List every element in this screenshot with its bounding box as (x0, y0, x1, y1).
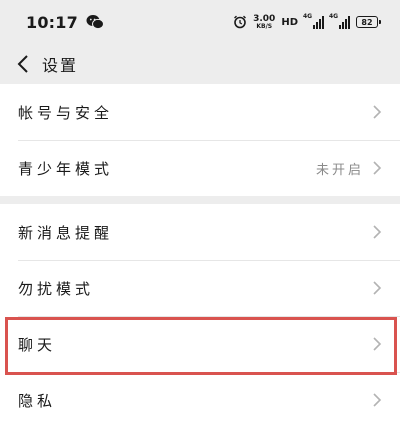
chevron-right-icon (373, 337, 382, 351)
wechat-icon (86, 15, 104, 30)
signal-icon: 4G (329, 12, 350, 29)
chevron-right-icon (373, 393, 382, 407)
signal-label: 4G (329, 12, 339, 20)
chevron-right-icon (373, 161, 382, 175)
settings-item-do-not-disturb[interactable]: 勿扰模式 (0, 260, 400, 316)
nav-bar: 设置 (0, 44, 400, 84)
settings-item-privacy[interactable]: 隐私 (0, 372, 400, 428)
alarm-icon (234, 15, 247, 29)
signal-label: 4G (303, 12, 313, 20)
status-indicators: 3.00 KB/S HD 4G 4G 82 (233, 12, 381, 30)
settings-item-label: 帐号与安全 (18, 103, 114, 122)
settings-item-label: 新消息提醒 (18, 223, 114, 242)
settings-group-account: 帐号与安全 青少年模式 未开启 (0, 84, 400, 196)
hd-badge: HD (281, 16, 298, 28)
chevron-left-icon (17, 55, 28, 73)
battery-level: 82 (361, 17, 373, 27)
settings-group-general: 新消息提醒 勿扰模式 聊天 隐私 (0, 204, 400, 433)
settings-item-label: 青少年模式 (18, 159, 114, 178)
back-button[interactable] (12, 53, 34, 75)
status-bar: 10:17 3.00 KB/S HD 4G 4G 82 (0, 0, 400, 44)
battery-icon: 82 (356, 16, 381, 28)
chevron-right-icon (373, 225, 382, 239)
chevron-right-icon (373, 281, 382, 295)
settings-item-new-message-alert[interactable]: 新消息提醒 (0, 204, 400, 260)
settings-item-teen-mode[interactable]: 青少年模式 未开启 (0, 140, 400, 196)
settings-item-label: 聊天 (18, 335, 57, 354)
settings-item-label: 勿扰模式 (18, 279, 95, 298)
page-title: 设置 (42, 56, 79, 75)
status-time: 10:17 (26, 12, 78, 32)
chevron-right-icon (373, 105, 382, 119)
settings-item-chat[interactable]: 聊天 (0, 316, 400, 372)
signal-icon: 4G (303, 12, 324, 29)
settings-item-label: 隐私 (18, 391, 57, 410)
network-speed: 3.00 KB/S (253, 14, 275, 30)
network-speed-unit: KB/S (256, 22, 273, 30)
settings-item-value: 未开启 (315, 162, 364, 178)
settings-item-account-security[interactable]: 帐号与安全 (0, 84, 400, 140)
